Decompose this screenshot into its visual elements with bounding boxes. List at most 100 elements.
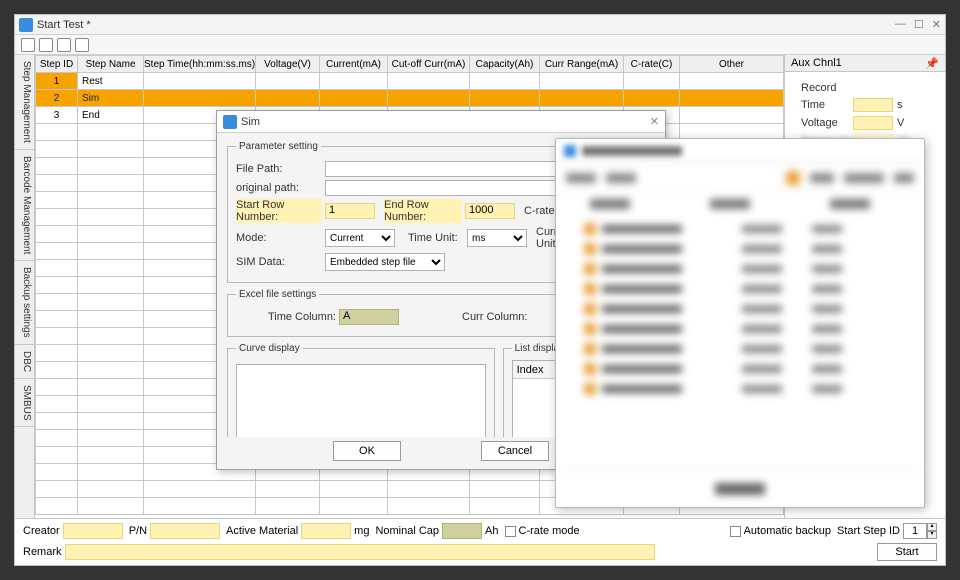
app-icon (19, 18, 33, 32)
auto-backup-label: Automatic backup (744, 525, 831, 537)
col-current[interactable]: Current(mA) (320, 56, 388, 73)
folder-icon (584, 343, 596, 355)
col-voltage[interactable]: Voltage(V) (256, 56, 320, 73)
sim-data-select[interactable]: Embedded step file (325, 253, 445, 271)
folder-icon (584, 283, 596, 295)
start-button[interactable]: Start (877, 543, 937, 561)
aux-voltage-value[interactable] (853, 116, 893, 130)
aux-time-value[interactable] (853, 98, 893, 112)
tab-step-management[interactable]: Step Management (15, 55, 34, 150)
file-row[interactable] (584, 359, 914, 379)
pn-input[interactable] (150, 523, 220, 539)
file-row[interactable] (584, 299, 914, 319)
col-step-name[interactable]: Step Name (78, 56, 144, 73)
toolbar (15, 35, 945, 55)
file-row[interactable] (584, 319, 914, 339)
tab-barcode-management[interactable]: Barcode Management (15, 150, 34, 261)
aux-time-label: Time (793, 99, 853, 111)
tab-dbc[interactable]: DBC (15, 345, 34, 379)
start-step-id-stepper[interactable]: ▴▾ (903, 523, 937, 539)
mode-select[interactable]: Current (325, 229, 395, 247)
end-row-input[interactable]: 1000 (465, 203, 515, 219)
active-material-input[interactable] (301, 523, 351, 539)
col-other[interactable]: Other (680, 56, 784, 73)
cancel-button[interactable]: Cancel (481, 441, 549, 461)
pn-label: P/N (129, 525, 147, 537)
maximize-icon[interactable]: ☐ (914, 18, 924, 31)
tab-backup-settings[interactable]: Backup settings (15, 261, 34, 345)
file-path-label: File Path: (236, 163, 322, 175)
nominal-cap-input[interactable] (442, 523, 482, 539)
new-icon[interactable] (21, 38, 35, 52)
side-tabs: Step Management Barcode Management Backu… (15, 55, 35, 518)
window-title: Start Test * (37, 19, 895, 31)
minimize-icon[interactable]: — (895, 18, 906, 31)
panel-title-blur (582, 146, 682, 156)
col-cutoff[interactable]: Cut-off Curr(mA) (388, 56, 470, 73)
remark-input[interactable] (65, 544, 655, 560)
curve-display-canvas (236, 364, 486, 437)
file-row[interactable] (584, 219, 914, 239)
dialog-icon (223, 115, 237, 129)
table-row[interactable]: 2Sim (36, 90, 784, 107)
original-path-label: original path: (236, 182, 322, 194)
open-icon[interactable] (39, 38, 53, 52)
ok-button[interactable]: OK (333, 441, 401, 461)
aux-title: Aux Chnl1 (791, 57, 842, 69)
folder-icon (584, 223, 596, 235)
sim-data-label: SIM Data: (236, 256, 322, 268)
file-row[interactable] (584, 339, 914, 359)
file-row[interactable] (584, 259, 914, 279)
start-row-label: Start Row Number: (236, 199, 322, 223)
close-icon[interactable]: ✕ (932, 18, 941, 31)
folder-icon (584, 323, 596, 335)
creator-label: Creator (23, 525, 60, 537)
panel-icon (564, 145, 576, 157)
end-row-label: End Row Number: (384, 199, 462, 223)
time-unit-select[interactable]: ms (467, 229, 527, 247)
active-material-label: Active Material (226, 525, 298, 537)
nominal-cap-label: Nominal Cap (375, 525, 439, 537)
aux-voltage-label: Voltage (793, 117, 853, 129)
folder-icon (584, 303, 596, 315)
folder-icon (584, 243, 596, 255)
auto-backup-checkbox[interactable] (730, 526, 741, 537)
save-icon[interactable] (75, 38, 89, 52)
copy-icon[interactable] (57, 38, 71, 52)
curr-column-label: Curr Column: (462, 311, 534, 323)
grid-header-row: Step ID Step Name Step Time(hh:mm:ss.ms)… (36, 56, 784, 73)
crate-mode-label: C-rate mode (519, 525, 580, 537)
col-crate[interactable]: C-rate(C) (624, 56, 680, 73)
file-browser-panel[interactable] (555, 138, 925, 508)
titlebar: Start Test * — ☐ ✕ (15, 15, 945, 35)
col-step-time[interactable]: Step Time(hh:mm:ss.ms) (144, 56, 256, 73)
aux-record-label: Record (793, 82, 937, 94)
col-curr-range[interactable]: Curr Range(mA) (540, 56, 624, 73)
col-step-id[interactable]: Step ID (36, 56, 78, 73)
folder-icon (584, 383, 596, 395)
dialog-close-icon[interactable]: ✕ (650, 115, 659, 128)
start-step-id-label: Start Step ID (837, 525, 900, 537)
bottom-bar: Creator P/N Active Materialmg Nominal Ca… (15, 518, 945, 565)
creator-input[interactable] (63, 523, 123, 539)
time-column-input[interactable]: A (339, 309, 399, 325)
mode-label: Mode: (236, 232, 322, 244)
table-row[interactable]: 1Rest (36, 73, 784, 90)
folder-icon (584, 363, 596, 375)
dialog-title: Sim (241, 116, 650, 128)
step-up-icon[interactable]: ▴ (927, 523, 937, 531)
file-row[interactable] (584, 239, 914, 259)
file-row[interactable] (584, 279, 914, 299)
col-capacity[interactable]: Capacity(Ah) (470, 56, 540, 73)
remark-label: Remark (23, 546, 62, 558)
crate-mode-checkbox[interactable] (505, 526, 516, 537)
step-down-icon[interactable]: ▾ (927, 531, 937, 539)
time-unit-label: Time Unit: (408, 232, 464, 244)
time-column-label: Time Column: (236, 311, 336, 323)
start-row-input[interactable]: 1 (325, 203, 375, 219)
tab-smbus[interactable]: SMBUS (15, 379, 34, 428)
file-row[interactable] (584, 379, 914, 399)
list-index-header[interactable]: Index (517, 364, 544, 376)
aux-pin-icon[interactable]: 📌 (925, 57, 939, 70)
curve-display-group: Curve display (227, 343, 495, 437)
